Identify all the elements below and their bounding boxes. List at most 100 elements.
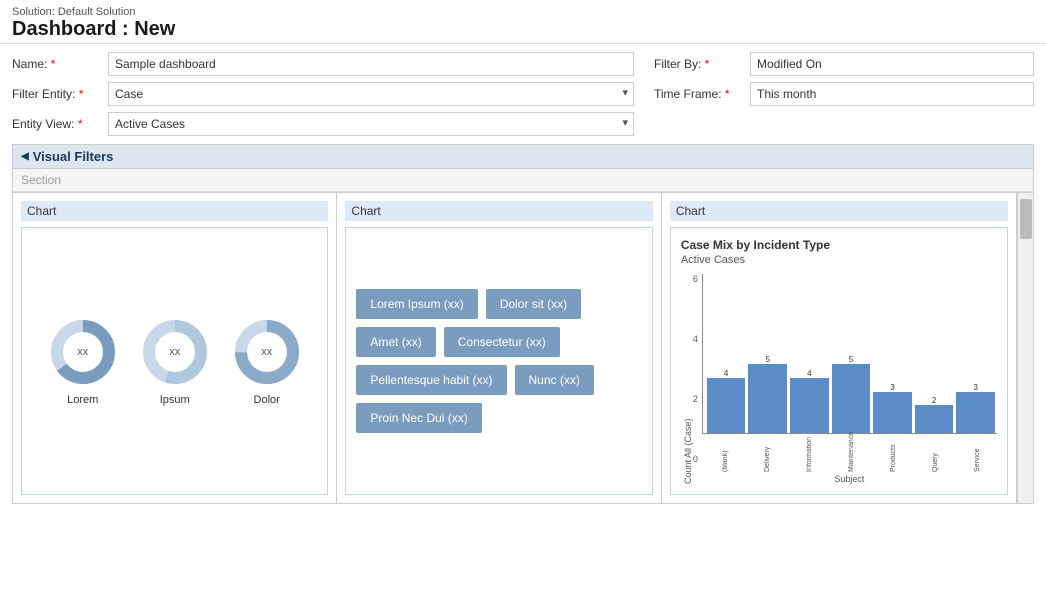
chart-title-2: Chart [345,201,652,221]
x-label-information: Information [790,436,829,472]
visual-filters-section: ◀ Visual Filters Section Chart [12,144,1034,504]
charts-row: Chart xx Lorem [13,192,1033,503]
x-label-service: Service [958,436,997,472]
donut-center-3: xx [261,346,272,358]
bar-service: 3 [956,383,995,433]
donut-wrap-2: xx [139,316,211,388]
donut-center-1: xx [77,346,88,358]
form-area: Name: * Filter Entity: * Case Account Co… [0,44,1046,144]
donut-wrap-3: xx [231,316,303,388]
donuts-row: xx Lorem xx [47,316,303,406]
wc-item-5: Pellentesque habit (xx) [356,365,506,395]
solution-label: Solution: Default Solution [12,6,1034,18]
entity-view-select[interactable]: Active Cases All Cases Closed Cases [108,112,634,136]
bar-val-delivery: 5 [766,355,770,364]
page-title: Dashboard : New [12,18,1034,41]
collapse-icon[interactable]: ◀ [21,151,29,162]
donut-item-3: xx Dolor [231,316,303,406]
top-bar: Solution: Default Solution Dashboard : N… [0,0,1046,44]
chart-panel-2: Chart Lorem Ipsum (xx) Dolor sit (xx) Am… [337,193,661,503]
time-frame-row: Time Frame: * This month [654,82,1034,106]
y-label-4: 4 [693,334,698,344]
y-label-0: 0 [693,454,698,464]
form-left: Name: * Filter Entity: * Case Account Co… [12,52,634,136]
name-input[interactable] [108,52,634,76]
bar-val-blank: 4 [724,369,728,378]
bar-rect-delivery [748,364,787,433]
scrollbar[interactable] [1017,193,1033,503]
filter-entity-row: Filter Entity: * Case Account Contact [12,82,634,106]
donut-item-1: xx Lorem [47,316,119,406]
bar-rect-information [790,378,829,433]
x-labels: (blank) Delivery Information Maintenance [702,436,997,472]
wc-item-3: Amet (xx) [356,327,435,357]
form-right: Filter By: * Modified On Time Frame: * T… [654,52,1034,136]
visual-filters-header: ◀ Visual Filters [13,145,1033,169]
bar-chart-body: Count All (Case) 6 4 2 0 4 [681,274,997,484]
y-label-2: 2 [693,394,698,404]
donut-item-2: xx Ipsum [139,316,211,406]
donut-caption-1: Lorem [67,394,98,406]
chart-inner-3: Case Mix by Incident Type Active Cases C… [670,227,1008,495]
name-label: Name: * [12,57,102,71]
wordcloud-area: Lorem Ipsum (xx) Dolor sit (xx) Amet (xx… [356,289,641,433]
wc-row-1: Lorem Ipsum (xx) Dolor sit (xx) [356,289,641,319]
x-label-maintenance: Maintenance [832,436,871,472]
wc-item-2: Dolor sit (xx) [486,289,581,319]
bar-rect-blank [707,378,746,433]
bar-products: 3 [873,383,912,433]
filter-entity-select-wrap: Case Account Contact [108,82,634,106]
x-label-blank: (blank) [706,436,745,472]
bar-chart-subtitle: Active Cases [681,254,745,266]
wc-row-4: Proin Nec Dui (xx) [356,403,641,433]
filter-by-row: Filter By: * Modified On [654,52,1034,76]
chart-inner-1: xx Lorem xx [21,227,328,495]
bar-maintenance: 5 [832,355,871,433]
donut-wrap-1: xx [47,316,119,388]
bar-rect-products [873,392,912,433]
bar-information: 4 [790,369,829,433]
bar-val-query: 2 [932,396,936,405]
x-label-delivery: Delivery [748,436,787,472]
y-label-6: 6 [693,274,698,284]
wc-item-7: Proin Nec Dui (xx) [356,403,481,433]
bar-rect-service [956,392,995,433]
bar-val-service: 3 [973,383,977,392]
scrollbar-thumb[interactable] [1020,199,1032,239]
y-axis-title: Count All (Case) [681,274,693,484]
donut-center-2: xx [169,346,180,358]
donut-caption-3: Dolor [254,394,280,406]
bars-grid: 4 5 4 [702,274,997,434]
bar-blank: 4 [707,369,746,433]
bar-val-products: 3 [890,383,894,392]
bar-rect-query [915,405,954,433]
bar-chart-title: Case Mix by Incident Type [681,238,830,252]
visual-filters-title: Visual Filters [33,149,114,164]
bar-val-information: 4 [807,369,811,378]
entity-view-select-wrap: Active Cases All Cases Closed Cases [108,112,634,136]
name-row: Name: * [12,52,634,76]
filter-entity-label: Filter Entity: * [12,87,102,101]
bar-query: 2 [915,396,954,433]
wc-row-2: Amet (xx) Consectetur (xx) [356,327,641,357]
time-frame-label: Time Frame: * [654,87,744,101]
wc-row-3: Pellentesque habit (xx) Nunc (xx) [356,365,641,395]
time-frame-value: This month [750,82,1034,106]
entity-view-label: Entity View: * [12,117,102,131]
donut-caption-2: Ipsum [160,394,190,406]
chart-title-3: Chart [670,201,1008,221]
section-label: Section [13,169,1033,192]
wc-item-1: Lorem Ipsum (xx) [356,289,477,319]
x-axis-title: Subject [702,474,997,484]
donuts-container: xx Lorem xx [32,316,317,406]
bars-wrapper: 4 5 4 [702,274,997,484]
entity-view-row: Entity View: * Active Cases All Cases Cl… [12,112,634,136]
chart-title-1: Chart [21,201,328,221]
chart-panel-1: Chart xx Lorem [13,193,337,503]
filter-by-label: Filter By: * [654,57,744,71]
wc-item-6: Nunc (xx) [515,365,594,395]
chart-inner-2: Lorem Ipsum (xx) Dolor sit (xx) Amet (xx… [345,227,652,495]
chart-panel-3: Chart Case Mix by Incident Type Active C… [662,193,1017,503]
x-label-query: Query [916,436,955,472]
filter-entity-select[interactable]: Case Account Contact [108,82,634,106]
